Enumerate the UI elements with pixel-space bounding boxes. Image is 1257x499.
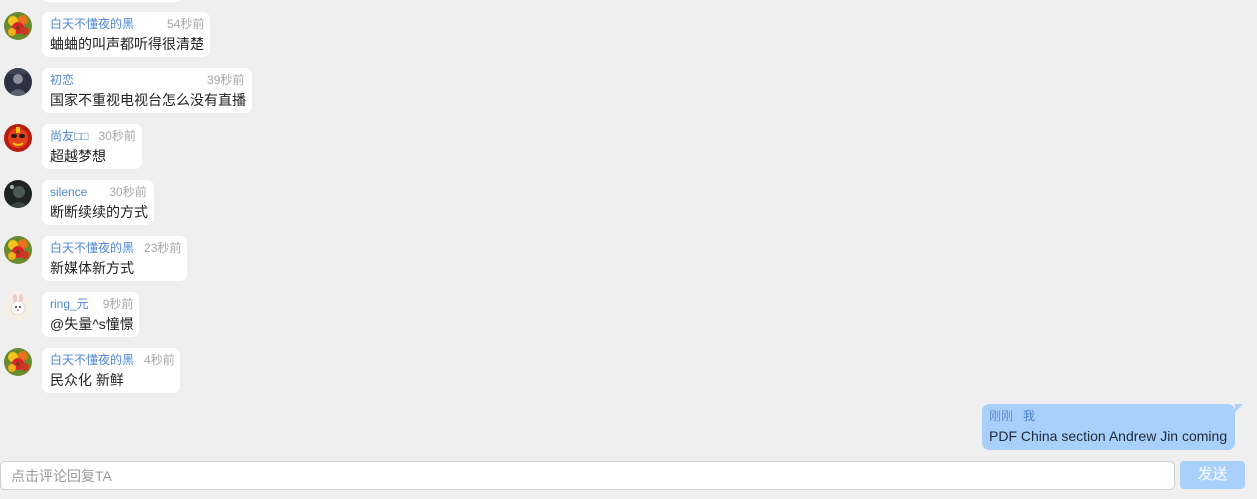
chat-panel: 白天不懂夜的黑 54秒前 蛐蛐的叫声都听得很清楚 初恋 39秒前 国家不重视电视… (0, 0, 1257, 499)
message-bubble: ring_元 9秒前 @失量^s憧憬 (42, 292, 139, 337)
my-username: 我 (1023, 409, 1036, 423)
message-text: 断断续续的方式 (50, 204, 148, 220)
my-timestamp: 刚刚 (989, 409, 1014, 423)
message-bubble: 白天不懂夜的黑 54秒前 蛐蛐的叫声都听得很清楚 (42, 12, 210, 57)
timestamp: 54秒前 (167, 17, 205, 31)
timestamp: 30秒前 (98, 129, 136, 143)
user-avatar[interactable] (4, 12, 32, 40)
message-text: 国家不重视电视台怎么没有直播 (50, 92, 246, 108)
message-bubble: 白天不懂夜的黑 4秒前 民众化 新鲜 (42, 348, 180, 393)
bubble-tail (1235, 404, 1243, 412)
flower-avatar-icon (4, 348, 32, 376)
my-message-bubble: 刚刚 我 PDF China section Andrew Jin coming (982, 404, 1243, 450)
send-button[interactable]: 发送 (1180, 461, 1245, 489)
user-avatar[interactable] (4, 348, 32, 376)
message-text: 超越梦想 (50, 148, 106, 164)
user-avatar[interactable] (4, 292, 32, 320)
comment-input[interactable] (0, 461, 1175, 490)
message-text: 民众化 新鲜 (50, 372, 124, 388)
timestamp: 9秒前 (102, 297, 134, 311)
timestamp: 4秒前 (144, 353, 175, 367)
timestamp: 39秒前 (207, 73, 245, 87)
message-text: 新媒体新方式 (50, 260, 134, 276)
message-text: 蛐蛐的叫声都听得很清楚 (50, 36, 204, 52)
message-bubble: 白天不懂夜的黑 23秒前 新媒体新方式 (42, 236, 187, 281)
timestamp: 30秒前 (109, 185, 147, 199)
message-bubble: silence 30秒前 断断续续的方式 (42, 180, 154, 225)
timestamp: 23秒前 (144, 241, 182, 255)
flower-avatar-icon (4, 236, 32, 264)
user-avatar[interactable] (4, 124, 32, 152)
cartoon-avatar-icon (4, 292, 32, 320)
man-avatar-icon (4, 68, 32, 96)
flower-avatar-icon (4, 12, 32, 40)
my-message-text: PDF China section Andrew Jin coming (989, 428, 1228, 444)
username[interactable]: 尚友□□ (50, 129, 89, 143)
message-text: @失量^s憧憬 (50, 316, 134, 332)
previous-message-bubble (42, 0, 182, 2)
username[interactable]: 白天不懂夜的黑 (50, 17, 134, 31)
message-bubble: 尚友□□ 30秒前 超越梦想 (42, 124, 142, 169)
username[interactable]: silence (50, 185, 87, 199)
message-bubble: 初恋 39秒前 国家不重视电视台怎么没有直播 (42, 68, 252, 113)
dark-avatar-icon (4, 180, 32, 208)
username[interactable]: 白天不懂夜的黑 (50, 353, 134, 367)
red-mask-avatar-icon (4, 124, 32, 152)
user-avatar[interactable] (4, 68, 32, 96)
username[interactable]: 白天不懂夜的黑 (50, 241, 134, 255)
user-avatar[interactable] (4, 180, 32, 208)
username[interactable]: ring_元 (50, 297, 89, 311)
user-avatar[interactable] (4, 236, 32, 264)
username[interactable]: 初恋 (50, 73, 74, 87)
